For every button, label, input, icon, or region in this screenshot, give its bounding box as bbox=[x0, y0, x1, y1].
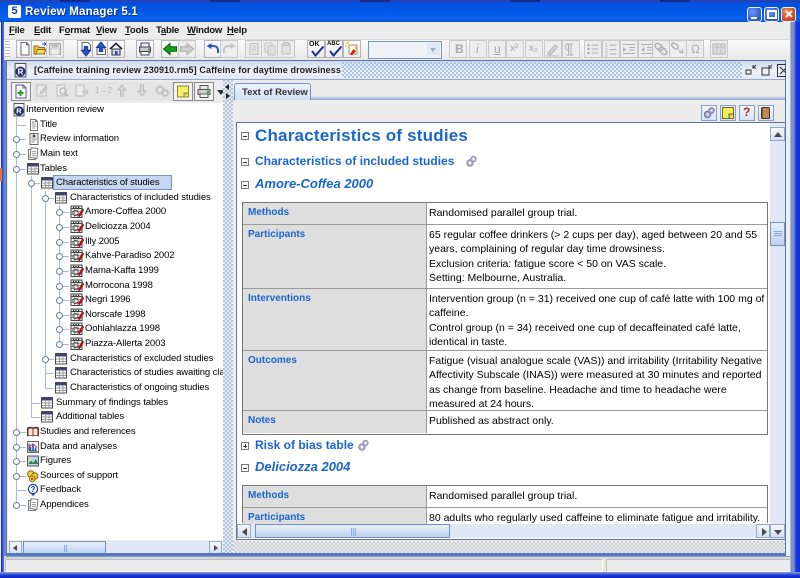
svg-text:3: 3 bbox=[605, 53, 608, 58]
